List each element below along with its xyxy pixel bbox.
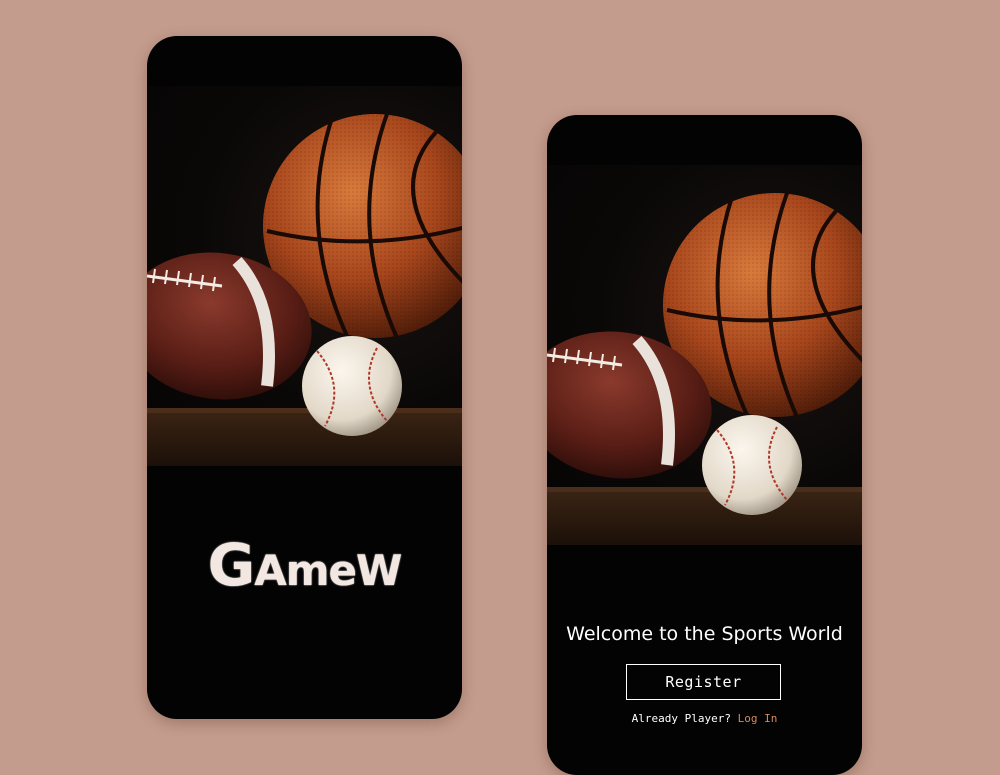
welcome-title: Welcome to the Sports World [566,623,843,645]
logo-text: AmeW [254,546,402,595]
login-prompt: Already Player? Log In [547,712,862,725]
welcome-screen: Welcome to the Sports World Register Alr… [547,115,862,775]
hero-image [547,165,862,545]
register-button[interactable]: Register [626,664,781,700]
hero-image [147,86,462,466]
splash-screen: GAmeW [147,36,462,719]
login-link[interactable]: Log In [738,712,778,725]
baseball-graphic [702,415,802,515]
baseball-graphic [302,336,402,436]
logo-initial: G [207,531,256,599]
app-logo: GAmeW [147,531,462,599]
sports-balls-illustration [547,192,862,545]
already-player-text: Already Player? [631,712,731,725]
sports-balls-illustration [147,113,462,466]
